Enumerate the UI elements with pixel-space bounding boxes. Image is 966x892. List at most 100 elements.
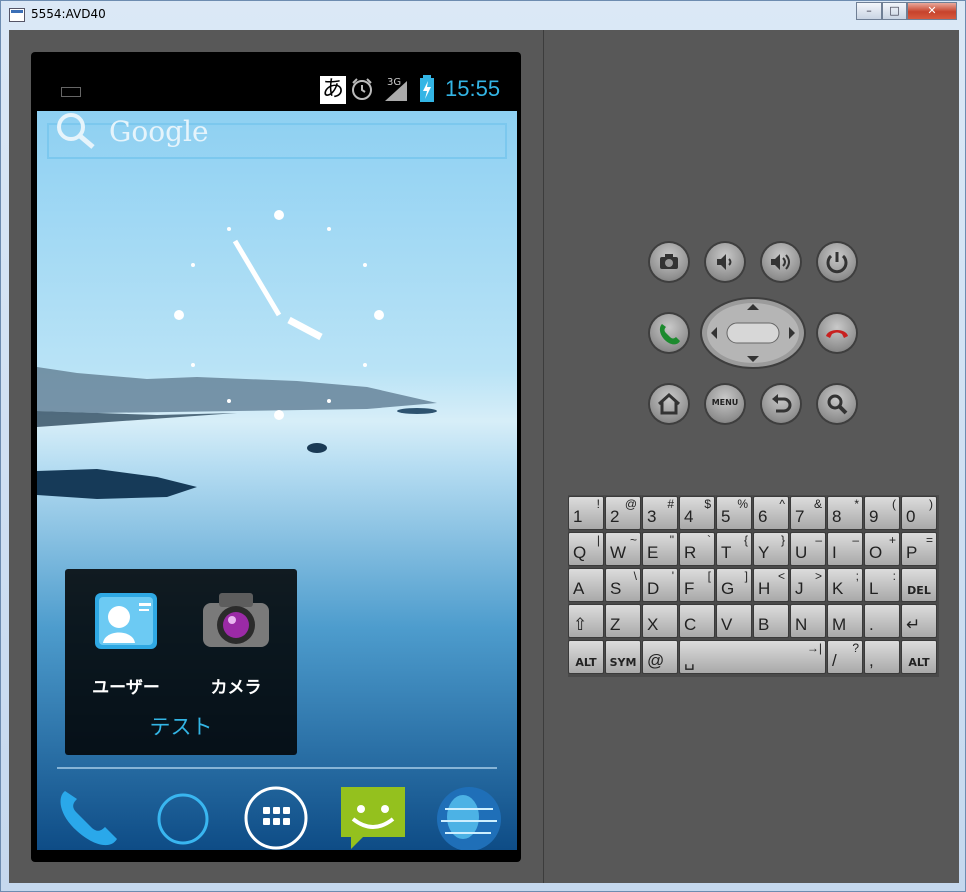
key-3-8[interactable]: . (864, 604, 900, 638)
key-1-6[interactable]: U – (790, 532, 826, 566)
call-icon (659, 324, 680, 345)
analog-clock-widget[interactable] (169, 205, 389, 425)
key-label: C (684, 615, 697, 634)
key-0-8[interactable]: 9( (864, 496, 900, 530)
key-0-0[interactable]: 1! (568, 496, 604, 530)
volume-up-button[interactable] (762, 243, 800, 281)
end-call-button[interactable] (818, 314, 856, 352)
key-label: D (647, 579, 660, 598)
close-button[interactable]: ✕ (907, 2, 957, 20)
maximize-button[interactable]: □ (882, 2, 907, 20)
end-call-icon (826, 330, 848, 338)
key-1-4[interactable]: T{ (716, 532, 752, 566)
key-1-1[interactable]: W ~ (605, 532, 641, 566)
key-0-1[interactable]: 2 @ (605, 496, 641, 530)
status-time: 15:55 (445, 76, 501, 101)
menu-button[interactable]: MENU (706, 385, 744, 423)
key-0-4[interactable]: 5% (716, 496, 752, 530)
key-2-5[interactable]: H < (753, 568, 789, 602)
key-3-0[interactable]: ⇧ (568, 604, 604, 638)
key-2-3[interactable]: F[ (679, 568, 715, 602)
messaging-dock-icon[interactable] (337, 783, 409, 850)
phone-dock-icon[interactable] (55, 787, 121, 849)
key-0-3[interactable]: 4 $ (679, 496, 715, 530)
key-0-7[interactable]: 8 * (827, 496, 863, 530)
device-screen[interactable]: あ 3G 15:55 Google ユーザー カメラ テスト (37, 67, 517, 850)
minimize-button[interactable]: – (856, 2, 882, 20)
key-shift-label: →| (806, 641, 822, 655)
google-search-bar[interactable]: Google (47, 113, 507, 159)
key-4-1[interactable]: SYM (605, 640, 641, 674)
key-1-9[interactable]: P = (901, 532, 937, 566)
key-3-7[interactable]: M (827, 604, 863, 638)
key-0-9[interactable]: 0) (901, 496, 937, 530)
key-shift-label: % (737, 497, 748, 511)
key-2-6[interactable]: J > (790, 568, 826, 602)
key-3-9[interactable]: ↵ (901, 604, 937, 638)
key-label: . (869, 615, 874, 634)
key-shift-label: : (892, 569, 896, 583)
key-2-1[interactable]: S \ (605, 568, 641, 602)
key-2-8[interactable]: L: (864, 568, 900, 602)
all-apps-button[interactable] (243, 785, 309, 850)
google-label: Google (109, 115, 209, 148)
power-icon (826, 252, 848, 274)
key-4-0[interactable]: ALT (568, 640, 604, 674)
key-4-5[interactable]: , (864, 640, 900, 674)
key-4-6[interactable]: ALT (901, 640, 937, 674)
key-shift-label: | (596, 533, 600, 547)
key-0-5[interactable]: 6 ^ (753, 496, 789, 530)
key-3-5[interactable]: B (753, 604, 789, 638)
key-2-2[interactable]: D ' (642, 568, 678, 602)
key-3-1[interactable]: Z (605, 604, 641, 638)
key-1-2[interactable]: E " (642, 532, 678, 566)
home-button[interactable] (650, 385, 688, 423)
key-4-2[interactable]: @ (642, 640, 678, 674)
key-label: ␣ (684, 651, 695, 670)
key-1-3[interactable]: R ` (679, 532, 715, 566)
back-button[interactable] (762, 385, 800, 423)
power-button[interactable] (818, 243, 856, 281)
search-button[interactable] (818, 385, 856, 423)
key-2-4[interactable]: G] (716, 568, 752, 602)
key-label: K (832, 579, 844, 598)
key-3-6[interactable]: N (790, 604, 826, 638)
key-shift-label: # (667, 497, 674, 511)
volume-down-button[interactable] (706, 243, 744, 281)
key-2-0[interactable]: A (568, 568, 604, 602)
globe-dock-icon[interactable] (435, 785, 503, 850)
key-label: 6 (758, 507, 768, 526)
search-icon (57, 113, 95, 149)
key-1-0[interactable]: Q | (568, 532, 604, 566)
key-shift-label: – (852, 533, 859, 547)
key-shift-label: ~ (629, 533, 637, 547)
status-bar: あ 3G 15:55 (37, 67, 517, 111)
key-1-8[interactable]: O + (864, 532, 900, 566)
key-0-6[interactable]: 7 & (790, 496, 826, 530)
dpad[interactable] (699, 296, 807, 370)
key-2-9[interactable]: DEL (901, 568, 937, 602)
key-1-7[interactable]: I – (827, 532, 863, 566)
ime-indicator: あ (320, 76, 346, 104)
key-3-2[interactable]: X (642, 604, 678, 638)
key-3-3[interactable]: C (679, 604, 715, 638)
call-button[interactable] (650, 314, 688, 352)
window-title: 5554:AVD40 (31, 7, 106, 21)
dpad-center-button[interactable] (726, 322, 780, 344)
key-label: M (832, 615, 847, 634)
camera-button[interactable] (650, 243, 688, 281)
menu-label: MENU (711, 398, 739, 407)
key-4-4[interactable]: /? (827, 640, 863, 674)
key-label: @ (647, 651, 665, 670)
key-4-3[interactable]: ␣ →| (679, 640, 826, 674)
key-2-7[interactable]: K; (827, 568, 863, 602)
key-0-2[interactable]: 3 # (642, 496, 678, 530)
camera-app-icon[interactable] (201, 589, 271, 653)
key-1-5[interactable]: Y} (753, 532, 789, 566)
browser-circle-dock-icon[interactable] (155, 791, 211, 847)
key-shift-label: ( (892, 497, 896, 511)
key-label: J (795, 579, 804, 598)
key-3-4[interactable]: V (716, 604, 752, 638)
contacts-app-icon[interactable] (93, 589, 159, 653)
key-shift-label: & (813, 497, 822, 511)
